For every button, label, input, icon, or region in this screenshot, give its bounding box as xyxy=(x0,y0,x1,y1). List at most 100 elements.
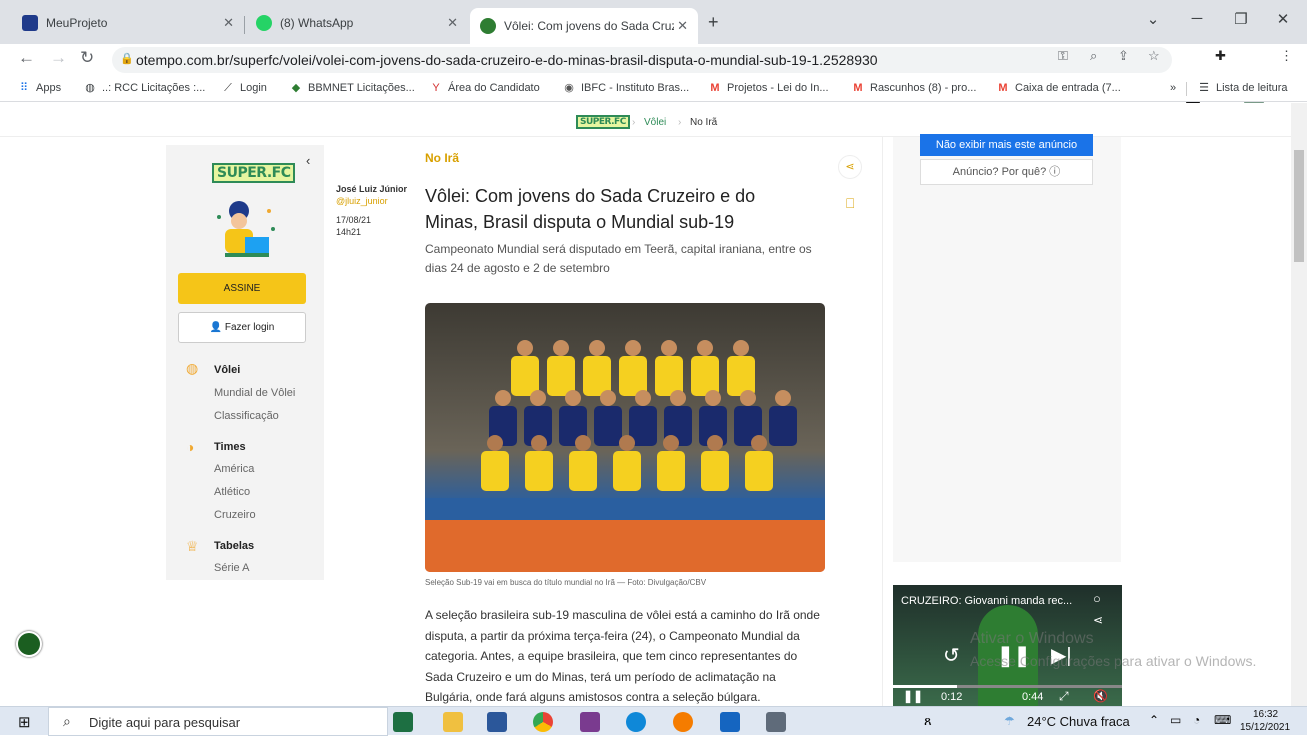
tab-strip: MeuProjeto ✕ (8) WhatsApp ✕ Vôlei: Com j… xyxy=(0,0,1307,44)
zoom-icon[interactable]: ⌕ xyxy=(1090,48,1097,64)
winrar-icon[interactable] xyxy=(580,712,600,732)
sidebar-item-mundial[interactable]: Mundial de Vôlei xyxy=(214,387,295,399)
clock-date[interactable]: 15/12/2021 xyxy=(1240,722,1290,733)
puzzle-icon[interactable]: ✚ xyxy=(1215,48,1226,64)
restore-button[interactable]: ❐ xyxy=(1226,10,1256,28)
bookmark-projetos[interactable]: M Projetos - Lei do In... xyxy=(709,82,828,94)
network-icon[interactable]: ▭ xyxy=(1170,713,1181,727)
share-icon[interactable]: ⋖ xyxy=(1093,613,1103,627)
calculator-icon[interactable] xyxy=(766,712,786,732)
bookmark-rascunhos[interactable]: M Rascunhos (8) - pro... xyxy=(852,82,976,94)
back-icon[interactable]: ← xyxy=(18,48,35,68)
weather-text[interactable]: 24°C Chuva fraca xyxy=(1027,714,1130,729)
more-label: » xyxy=(1170,82,1177,94)
key-icon[interactable]: ⚿ xyxy=(1058,48,1068,64)
superfc-logo[interactable]: SUPER.FC xyxy=(576,115,630,129)
close-icon[interactable]: ✕ xyxy=(223,15,234,31)
bookmark-label: Login xyxy=(240,82,267,94)
author-name[interactable]: José Luiz Júnior xyxy=(336,184,407,194)
author-handle[interactable]: @jluiz_junior xyxy=(336,196,388,206)
reading-list-button[interactable]: ☰ Lista de leitura xyxy=(1198,82,1287,94)
taskbar-search[interactable]: ⌕ Digite aqui para pesquisar xyxy=(48,707,388,736)
sidebar-item-classificacao[interactable]: Classificação xyxy=(214,410,279,422)
runner-icon: ⟋ xyxy=(224,82,232,94)
player-head xyxy=(775,390,791,406)
tab-meuprojeto[interactable]: MeuProjeto ✕ xyxy=(12,8,244,38)
player-shirt xyxy=(594,406,622,446)
mail-icon[interactable] xyxy=(720,712,740,732)
left-sidebar: SUPER.FC ‹ ASSINE 👤 Fazer login ◍ Vôlei … xyxy=(166,145,324,580)
menu-icon[interactable]: ⋮ xyxy=(1280,48,1293,64)
file-explorer-icon[interactable] xyxy=(443,712,463,732)
breadcrumb-section[interactable]: Vôlei xyxy=(644,117,666,128)
more-bookmarks-button[interactable]: » xyxy=(1170,82,1176,94)
address-bar[interactable]: 🔒 otempo.com.br/superfc/volei/volei-com-… xyxy=(112,47,1172,73)
word-icon[interactable] xyxy=(487,712,507,732)
pause-icon[interactable]: ❚❚ xyxy=(903,689,923,703)
tab-volei[interactable]: Vôlei: Com jovens do Sada Cruze ✕ xyxy=(470,8,698,44)
bookmark-caixa[interactable]: M Caixa de entrada (7... xyxy=(997,82,1120,94)
reload-icon[interactable]: ↻ xyxy=(80,48,94,68)
chevron-right-icon: › xyxy=(678,117,682,128)
login-button[interactable]: 👤 Fazer login xyxy=(178,312,306,343)
hide-ad-button[interactable]: Não exibir mais este anúncio xyxy=(920,134,1093,156)
subscribe-button[interactable]: ASSINE xyxy=(178,273,306,304)
video-progress[interactable] xyxy=(893,685,1122,688)
keyboard-icon[interactable]: ⌨ xyxy=(1214,713,1231,727)
people-icon[interactable]: ጸ xyxy=(924,713,932,729)
player-head xyxy=(751,435,767,451)
firefox-icon[interactable] xyxy=(673,712,693,732)
fullscreen-icon[interactable]: ⤢ xyxy=(1059,689,1069,704)
sidebar-tabelas[interactable]: Tabelas xyxy=(214,540,254,552)
close-window-button[interactable]: ✕ xyxy=(1268,10,1298,28)
sidebar-volei[interactable]: Vôlei xyxy=(214,364,240,376)
whatsapp-icon xyxy=(256,15,272,31)
player-head xyxy=(635,390,651,406)
bookmark-candidato[interactable]: Y Área do Candidato xyxy=(430,82,539,94)
sidebar-item-serie-a[interactable]: Série A xyxy=(214,562,249,574)
share-icon[interactable]: ⇪ xyxy=(1118,48,1129,64)
notification-bell-icon[interactable] xyxy=(16,631,42,657)
windows-start-icon[interactable]: ⊞ xyxy=(18,713,31,731)
edge-icon[interactable] xyxy=(626,712,646,732)
excel-icon[interactable] xyxy=(393,712,413,732)
bookmark-rcc[interactable]: ◍ ..: RCC Licitações :... xyxy=(84,82,205,94)
video-time-current: 0:12 xyxy=(941,691,963,703)
tab-search-icon[interactable]: ⌄ xyxy=(1138,10,1168,28)
forward-icon[interactable]: → xyxy=(50,48,67,68)
mute-icon[interactable]: 🔇 xyxy=(1093,689,1108,703)
player-shirt xyxy=(613,451,641,491)
sidebar-item-cruzeiro[interactable]: Cruzeiro xyxy=(214,509,256,521)
sidebar-item-atletico[interactable]: Atlético xyxy=(214,486,250,498)
tab-divider xyxy=(244,16,245,34)
close-icon[interactable]: ✕ xyxy=(677,18,688,34)
clock-time[interactable]: 16:32 xyxy=(1253,709,1278,720)
sidebar-times[interactable]: Times xyxy=(214,441,246,453)
minimize-button[interactable]: ─ xyxy=(1182,10,1212,27)
superfc-logo[interactable]: SUPER.FC xyxy=(212,163,296,183)
why-ad-button[interactable]: Anúncio? Por quê? ⓘ xyxy=(920,159,1093,185)
bookmark-icon[interactable]: ⎕ xyxy=(846,195,854,212)
bookmark-login[interactable]: ⟋ Login xyxy=(222,82,267,94)
tab-whatsapp[interactable]: (8) WhatsApp ✕ xyxy=(246,8,468,38)
player-head xyxy=(707,435,723,451)
scrollbar-thumb[interactable] xyxy=(1294,150,1304,262)
bookmark-apps[interactable]: ⠿ Apps xyxy=(18,82,61,94)
bookmark-label: Rascunhos (8) - pro... xyxy=(870,82,977,94)
new-tab-button[interactable]: + xyxy=(708,12,719,33)
volume-icon[interactable]: ◔ xyxy=(1193,713,1200,727)
bookmark-bbmnet[interactable]: ◆ BBMNET Licitações... xyxy=(290,82,415,94)
search-placeholder: Digite aqui para pesquisar xyxy=(89,715,241,730)
share-icon[interactable]: ⋖ xyxy=(838,155,862,179)
collapse-chevron-icon[interactable]: ‹ xyxy=(306,153,310,168)
close-icon[interactable]: ✕ xyxy=(447,15,458,31)
bookmark-ibfc[interactable]: ◉ IBFC - Instituto Bras... xyxy=(563,82,689,94)
volleyball-icon: ◍ xyxy=(186,360,199,376)
chevron-up-icon[interactable]: ⌃ xyxy=(1149,713,1159,727)
star-icon[interactable]: ☆ xyxy=(1148,48,1160,64)
article-photo[interactable] xyxy=(425,303,825,572)
replay-icon[interactable]: ↺ xyxy=(943,643,960,668)
sidebar-item-america[interactable]: América xyxy=(214,463,254,475)
chrome-icon[interactable] xyxy=(533,712,553,732)
breadcrumb-sub[interactable]: No Irã xyxy=(690,117,717,128)
